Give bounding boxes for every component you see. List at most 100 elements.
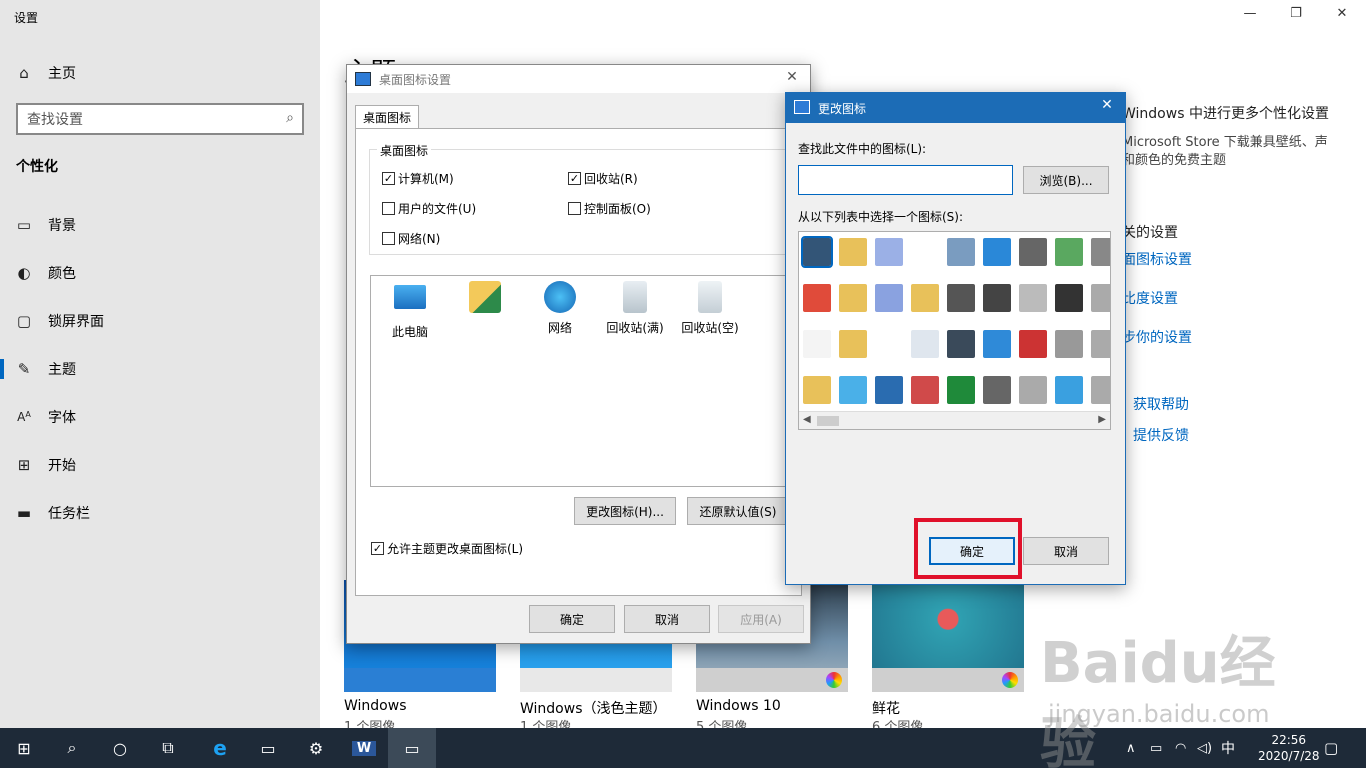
icon-choice[interactable] <box>911 330 939 358</box>
search-icon[interactable]: ⌕ <box>48 728 96 768</box>
icon-choice[interactable] <box>803 284 831 312</box>
restore-button[interactable]: ❐ <box>1286 6 1306 26</box>
scroll-right-icon[interactable]: ▶ <box>1098 414 1106 425</box>
nav-colors[interactable]: ◐ 颜色 <box>0 253 320 293</box>
icon-choice[interactable] <box>1091 238 1110 266</box>
checkbox-control-panel[interactable]: 控制面板(O) <box>568 200 651 217</box>
icon-choice[interactable] <box>1055 330 1083 358</box>
tab-desktop-icons[interactable]: 桌面图标 <box>355 105 419 129</box>
icon-choice[interactable] <box>983 284 1011 312</box>
checkbox-allow-theme[interactable]: ✓ 允许主题更改桌面图标(L) <box>371 540 523 557</box>
ok-button[interactable]: 确定 <box>529 605 615 633</box>
clock[interactable]: 22:56 2020/7/28 <box>1258 728 1320 768</box>
volume-icon[interactable]: ◁) <box>1197 728 1212 768</box>
battery-icon[interactable]: ▭ <box>1150 728 1162 768</box>
icon-choice[interactable] <box>911 284 939 312</box>
icon-choice[interactable] <box>839 238 867 266</box>
icon-choice[interactable] <box>911 376 939 404</box>
close-icon[interactable]: ✕ <box>782 69 802 89</box>
nav-taskbar[interactable]: ▬ 任务栏 <box>0 493 320 533</box>
browse-button[interactable]: 浏览(B)... <box>1023 166 1109 194</box>
change-icon-button[interactable]: 更改图标(H)... <box>574 497 676 525</box>
group-title: 桌面图标 <box>377 142 432 159</box>
icon-path-input[interactable] <box>798 165 1013 195</box>
link-sync-settings[interactable]: 步你的设置 <box>1122 327 1192 347</box>
notification-icon[interactable]: ▢ <box>1324 728 1338 768</box>
cancel-button[interactable]: 取消 <box>1023 537 1109 565</box>
desktop-icon-user-files[interactable] <box>450 281 520 319</box>
icon-choice[interactable] <box>839 330 867 358</box>
desktop-settings-task-icon[interactable]: ▭ <box>388 728 436 768</box>
scroll-left-icon[interactable]: ◀ <box>803 414 811 425</box>
nav-background[interactable]: ▭ 背景 <box>0 205 320 245</box>
nav-start[interactable]: ⊞ 开始 <box>0 445 320 485</box>
nav-home[interactable]: ⌂ 主页 <box>0 53 320 93</box>
icon-choice[interactable] <box>1091 376 1110 404</box>
word-icon[interactable]: W <box>340 728 388 768</box>
icon-choice[interactable] <box>983 330 1011 358</box>
icon-choice[interactable] <box>875 376 903 404</box>
minimize-button[interactable]: — <box>1240 6 1260 26</box>
link-desktop-icon-settings[interactable]: 面图标设置 <box>1122 249 1192 269</box>
feedback-link[interactable]: 提供反馈 <box>1133 425 1189 445</box>
icon-choice[interactable] <box>803 330 831 358</box>
icon-choice[interactable] <box>983 238 1011 266</box>
recycle-bin-empty-icon <box>698 281 722 313</box>
get-help-link[interactable]: 获取帮助 <box>1133 394 1189 414</box>
desktop-icon-recycle-full[interactable]: 回收站(满) <box>600 281 670 336</box>
theme-count: 5 个图像 <box>696 720 748 728</box>
wifi-icon[interactable]: ◠ <box>1175 728 1186 768</box>
user-folder-icon <box>469 281 501 313</box>
apply-button[interactable]: 应用(A) <box>718 605 804 633</box>
icon-choice[interactable] <box>947 330 975 358</box>
icon-choice[interactable] <box>1055 284 1083 312</box>
icon-choice[interactable] <box>839 284 867 312</box>
recycle-bin-full-icon <box>623 281 647 313</box>
nav-fonts[interactable]: AA 字体 <box>0 397 320 437</box>
icon-choice[interactable] <box>801 236 833 268</box>
icon-choice[interactable] <box>875 284 903 312</box>
checkbox-computer[interactable]: ✓ 计算机(M) <box>382 170 454 187</box>
icon-choice[interactable] <box>1055 238 1083 266</box>
desktop-icon-recycle-empty[interactable]: 回收站(空) <box>675 281 745 336</box>
close-icon[interactable]: ✕ <box>1097 97 1117 117</box>
ime-indicator[interactable]: 中 <box>1221 728 1235 768</box>
icon-choice[interactable] <box>1019 376 1047 404</box>
icon-choice[interactable] <box>1019 238 1047 266</box>
icon-choice[interactable] <box>983 376 1011 404</box>
icon-choice[interactable] <box>1019 284 1047 312</box>
icon-choice[interactable] <box>1055 376 1083 404</box>
icon-choice[interactable] <box>803 376 831 404</box>
theme-thumb-flowers[interactable] <box>872 580 1024 692</box>
horizontal-scrollbar[interactable]: ◀ ▶ <box>799 411 1110 429</box>
search-input[interactable]: 查找设置 ⌕ <box>16 103 304 135</box>
icon-choice[interactable] <box>947 284 975 312</box>
nav-themes[interactable]: ✎ 主题 <box>0 349 320 389</box>
tray-chevron-icon[interactable]: ∧ <box>1126 728 1136 768</box>
ok-button[interactable]: 确定 <box>929 537 1015 565</box>
restore-default-button[interactable]: 还原默认值(S) <box>687 497 789 525</box>
nav-lockscreen[interactable]: ▢ 锁屏界面 <box>0 301 320 341</box>
edge-icon[interactable]: e <box>196 728 244 768</box>
icon-choice[interactable] <box>839 376 867 404</box>
icon-choice[interactable] <box>1091 330 1110 358</box>
icon-choice[interactable] <box>1019 330 1047 358</box>
icon-choice[interactable] <box>947 238 975 266</box>
scroll-thumb[interactable] <box>817 416 839 426</box>
task-view-icon[interactable]: ⧉ <box>144 728 192 768</box>
desktop-icon-this-pc[interactable]: 此电脑 <box>375 281 445 340</box>
checkbox-network[interactable]: 网络(N) <box>382 230 440 247</box>
laptop-app-icon[interactable]: ▭ <box>244 728 292 768</box>
windows-start-icon[interactable]: ⊞ <box>0 728 48 768</box>
settings-gear-icon[interactable]: ⚙ <box>292 728 340 768</box>
cortana-icon[interactable]: ○ <box>96 728 144 768</box>
icon-choice[interactable] <box>1091 284 1110 312</box>
icon-choice[interactable] <box>947 376 975 404</box>
close-window-button[interactable]: ✕ <box>1332 6 1352 26</box>
icon-choice[interactable] <box>875 238 903 266</box>
desktop-icon-network[interactable]: 网络 <box>525 281 595 336</box>
checkbox-recycle-bin[interactable]: ✓ 回收站(R) <box>568 170 638 187</box>
cancel-button[interactable]: 取消 <box>624 605 710 633</box>
checkbox-user-files[interactable]: 用户的文件(U) <box>382 200 476 217</box>
link-contrast-settings[interactable]: 比度设置 <box>1122 288 1178 308</box>
